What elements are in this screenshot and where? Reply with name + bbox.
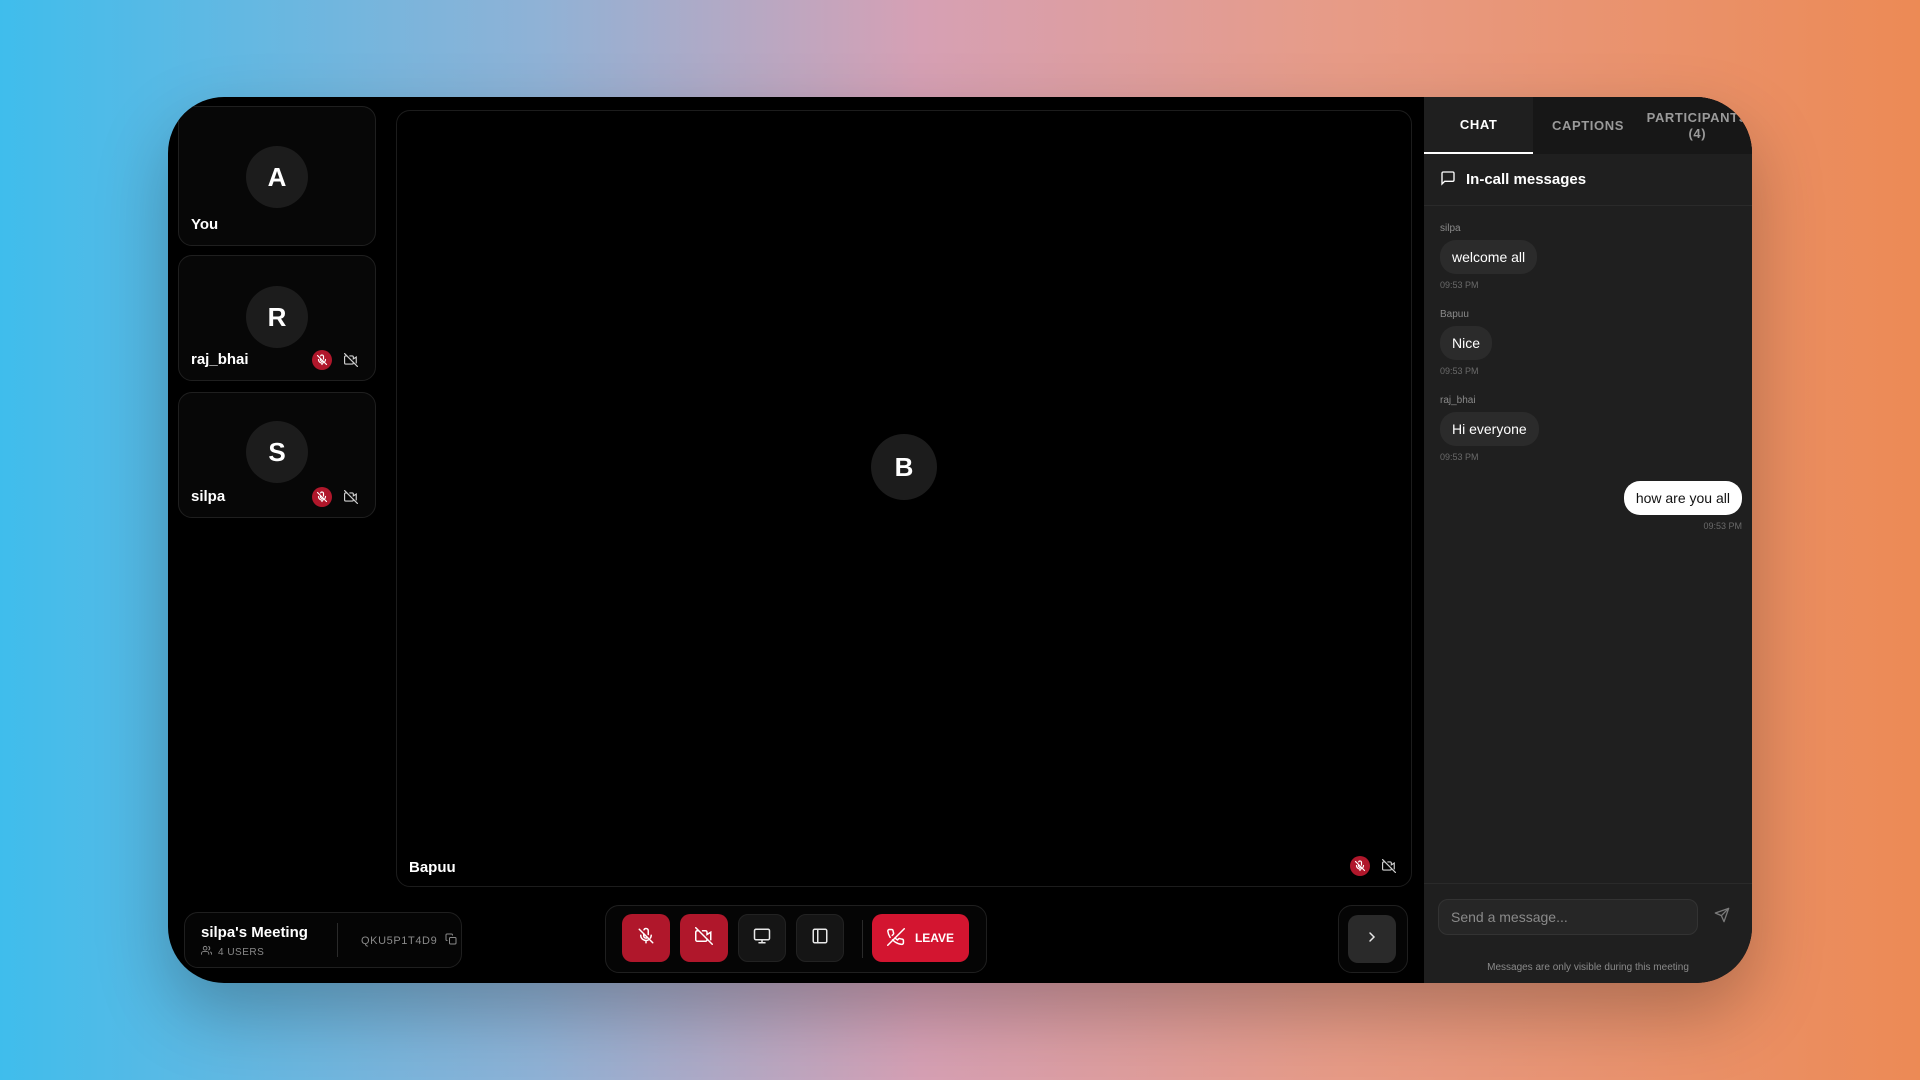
meeting-code-text: QKU5P1T4D9 — [361, 934, 438, 947]
message-bubble: Hi everyone — [1440, 412, 1539, 446]
message-bubble: Nice — [1440, 326, 1493, 360]
copy-icon[interactable] — [445, 933, 457, 948]
message-sender: silpa — [1440, 223, 1461, 234]
status-icons — [312, 350, 361, 370]
sidebar-layout-icon — [811, 927, 829, 950]
participant-name: raj_bhai — [191, 351, 249, 368]
send-button[interactable] — [1710, 905, 1734, 929]
avatar: B — [871, 434, 937, 500]
panel-tabs: CHAT CAPTIONS PARTICIPANTS (4) — [1424, 97, 1752, 154]
panel-toggle — [1338, 905, 1408, 973]
participant-name: Bapuu — [409, 859, 456, 876]
message-sender: raj_bhai — [1440, 395, 1476, 406]
phone-off-icon — [886, 927, 905, 949]
mic-off-icon — [312, 487, 332, 507]
camera-toggle-button[interactable] — [680, 914, 728, 962]
chat-message: Bapuu Nice 09:53 PM — [1440, 309, 1493, 376]
status-icons — [1350, 856, 1399, 876]
mic-off-icon — [637, 927, 655, 950]
screen-share-button[interactable] — [738, 914, 786, 962]
avatar: S — [246, 421, 308, 483]
next-button[interactable] — [1348, 915, 1396, 963]
meeting-info: silpa's Meeting 4 USERS QKU5P1T4D9 — [184, 912, 462, 968]
status-icons — [312, 487, 361, 507]
meeting-code[interactable]: QKU5P1T4D9 — [361, 933, 457, 948]
avatar: R — [246, 286, 308, 348]
meeting-users: 4 USERS — [201, 945, 264, 959]
message-time: 09:53 PM — [1440, 452, 1479, 462]
meeting-window: A You R raj_bhai S silpa B Bapuu silpa's… — [168, 97, 1752, 983]
message-composer: Messages are only visible during this me… — [1424, 883, 1752, 983]
participant-name: silpa — [191, 488, 226, 505]
message-time: 09:53 PM — [1703, 521, 1742, 531]
participant-tile-silpa[interactable]: S silpa — [178, 392, 376, 518]
tab-chat[interactable]: CHAT — [1424, 97, 1534, 154]
avatar: A — [246, 146, 308, 208]
mic-toggle-button[interactable] — [622, 914, 670, 962]
message-time: 09:53 PM — [1440, 280, 1479, 290]
camera-off-icon — [1379, 856, 1399, 876]
panel-header: In-call messages — [1424, 154, 1752, 206]
call-controls: LEAVE — [605, 905, 987, 973]
chat-message-own: how are you all 09:53 PM — [1623, 481, 1742, 531]
side-panel: CHAT CAPTIONS PARTICIPANTS (4) In-call m… — [1424, 97, 1752, 983]
send-icon — [1714, 907, 1730, 928]
layout-toggle-button[interactable] — [796, 914, 844, 962]
camera-off-icon — [341, 487, 361, 507]
leave-label: LEAVE — [914, 931, 955, 945]
panel-title: In-call messages — [1466, 171, 1587, 188]
message-input[interactable] — [1438, 899, 1698, 935]
tab-captions[interactable]: CAPTIONS — [1533, 97, 1642, 154]
mic-off-icon — [1350, 856, 1370, 876]
participant-tile-raj-bhai[interactable]: R raj_bhai — [178, 255, 376, 381]
users-count: 4 USERS — [218, 946, 265, 958]
chevron-right-icon — [1364, 929, 1380, 950]
participant-name: You — [191, 216, 219, 233]
divider — [862, 920, 863, 958]
users-icon — [201, 945, 213, 959]
divider — [337, 923, 338, 957]
camera-off-icon — [341, 350, 361, 370]
camera-off-icon — [695, 926, 713, 950]
main-video-stage[interactable]: B Bapuu — [396, 110, 1412, 887]
chat-message: silpa welcome all 09:53 PM — [1440, 223, 1538, 290]
composer-note: Messages are only visible during this me… — [1487, 962, 1689, 973]
message-bubble: how are you all — [1623, 481, 1742, 515]
message-bubble: welcome all — [1440, 240, 1538, 274]
mic-off-icon — [312, 350, 332, 370]
monitor-icon — [753, 927, 771, 950]
chat-message: raj_bhai Hi everyone 09:53 PM — [1440, 395, 1539, 462]
tab-participants[interactable]: PARTICIPANTS (4) — [1643, 97, 1752, 154]
participant-tile-you[interactable]: A You — [178, 106, 376, 246]
message-sender: Bapuu — [1440, 309, 1469, 320]
message-square-icon — [1440, 170, 1456, 190]
meeting-title: silpa's Meeting — [201, 924, 308, 941]
message-time: 09:53 PM — [1440, 366, 1479, 376]
leave-button[interactable]: LEAVE — [872, 914, 969, 962]
